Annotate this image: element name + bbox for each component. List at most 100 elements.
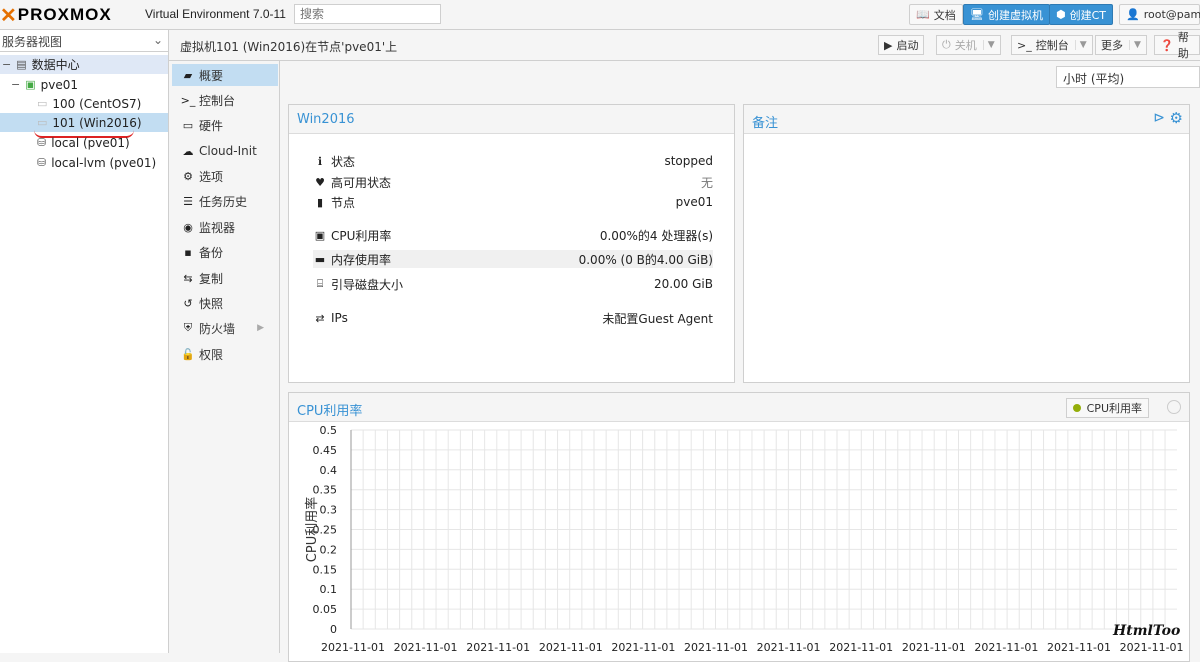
terminal-icon: >_ [1017,38,1032,52]
vm-stopped-icon: ▭ [37,116,48,129]
book-icon: 📖 [916,8,930,21]
nav-item-6[interactable]: ◉ 监视器 [172,216,278,238]
retweet-icon: ⇆ [183,271,193,285]
start-button[interactable]: ▶ 启动 [878,35,925,55]
y-tick-label: 0.15 [313,563,338,576]
unlock-icon: 🔓 [181,347,195,361]
node-label: 节点 [331,195,356,210]
chevron-down-icon[interactable]: ▼ [982,40,995,50]
tree-item-storage-lvm[interactable]: ⛁ local-lvm (pve01) [0,153,168,172]
cpu-legend-toggle[interactable]: CPU利用率 [1065,398,1149,418]
legend-dot-icon [1072,404,1081,412]
database-icon: ⛁ [37,156,47,169]
notes-panel-title: 备注 [752,116,779,131]
nav-item-label: 备份 [199,245,224,260]
nav-item-2[interactable]: ▭ 硬件 [172,114,278,136]
nav-item-9[interactable]: ↺ 快照 [172,292,278,314]
nav-item-label: 任务历史 [199,194,248,209]
nav-item-8[interactable]: ⇆ 复制 [172,267,278,289]
desktop-icon: 🖥 [970,8,984,21]
nav-item-0[interactable]: ▰ 概要 [172,64,278,86]
more-button[interactable]: 更多 ▼ [1095,35,1147,55]
watermark: HtmlToo [1113,623,1181,639]
tree-label-node: pve01 [40,77,78,92]
tree-item-vm100[interactable]: ▭ 100 (CentOS7) [0,94,168,113]
nav-item-5[interactable]: ☰ 任务历史 [172,190,278,212]
user-menu-button[interactable]: 👤 root@pam [1119,4,1200,25]
y-tick-label: 0.05 [313,603,338,616]
proxmox-x-icon: ✕ [0,4,17,27]
view-selector[interactable]: 服务器视图 ⌄ [0,30,168,52]
nav-item-label: 控制台 [199,93,236,108]
tree-item-node[interactable]: − ▣ pve01 [0,75,168,94]
cpu-chart-header: CPU利用率 CPU利用率 [289,393,1189,422]
status-value: stopped [664,154,713,168]
cpu-chart-panel: CPU利用率 CPU利用率 0.5 0.45 0.4 0.35 0.3 0.25 0.2 0.… [288,392,1190,662]
cpu-icon: ▣ [314,228,326,242]
nav-item-label: 选项 [199,169,224,184]
building-icon: ▮ [316,195,324,209]
status-row: ℹ 状态 stopped [313,152,713,170]
notes-panel-header: 备注 ⊳ ⚙ [744,105,1189,134]
tree-item-datacenter[interactable]: − ▤ 数据中心 [0,55,168,74]
logo-text: PROXMOX [17,5,112,24]
cpu-row: ▣ CPU利用率 0.00%的4 处理器(s) [313,226,713,244]
nav-item-label: 概要 [199,68,224,83]
timeframe-select[interactable]: 小时 (平均) [1056,66,1200,88]
nav-item-3[interactable]: ☁ Cloud-Init [172,140,278,162]
nav-item-label: 监视器 [199,220,236,235]
user-label: root@pam [1143,8,1200,21]
chevron-right-circle-icon[interactable]: ⊳ [1153,110,1165,126]
version-label: Virtual Environment 7.0-11 [145,7,286,21]
create-vm-button[interactable]: 🖥 创建虚拟机 [963,4,1050,25]
x-tick-label: 2021-11-01 [466,641,530,654]
chevron-down-icon[interactable]: ▼ [1074,40,1087,50]
shield-icon: ⛨ [183,321,193,334]
gear-icon[interactable]: ⚙ [1170,109,1183,127]
y-tick-label: 0.35 [313,484,338,497]
search-input[interactable] [294,4,441,24]
nav-item-label: 防火墙 [199,321,236,336]
history-icon: ↺ [183,296,193,310]
nav-item-7[interactable]: ▪ 备份 [172,241,278,263]
x-tick-label: 2021-11-01 [321,641,385,654]
chevron-down-icon: ⌄ [152,33,163,47]
cpu-value: 0.00%的4 处理器(s) [599,228,713,243]
undo-zoom-icon[interactable] [1167,400,1181,414]
nav-item-4[interactable]: ⚙ 选项 [172,165,278,187]
proxmox-logo[interactable]: ✕ PROXMOX [0,4,112,27]
nav-item-1[interactable]: >_ 控制台 [172,89,278,111]
create-ct-button[interactable]: ⬢ 创建CT [1049,4,1114,25]
terminal-icon: >_ [180,93,196,107]
page-title: 虚拟机101 (Win2016)在节点'pve01'上 [180,40,398,54]
console-label: 控制台 [1035,39,1069,52]
tree-label-vm100: 100 (CentOS7) [52,96,142,111]
help-button[interactable]: ❓ 帮助 [1154,31,1200,60]
ips-label: IPs [331,311,348,325]
disk-value: 20.00 GiB [653,277,713,291]
node-value: pve01 [675,195,713,209]
start-label: 启动 [896,39,919,52]
x-tick-label: 2021-11-01 [757,641,821,654]
memory-row: ▬ 内存使用率 0.00% (0 B的4.00 GiB) [313,250,713,268]
x-tick-label: 2021-11-01 [394,641,458,654]
timeframe-label: 小时 (平均) [1063,72,1125,86]
docs-button[interactable]: 📖 文档 [909,4,963,25]
chevron-down-icon[interactable]: ▼ [1129,40,1141,50]
tree-item-storage-local[interactable]: ⛁ local (pve01) [0,133,168,152]
heartbeat-icon: ♥ [315,175,325,189]
x-tick-label: 2021-11-01 [1120,641,1184,654]
tree-label-vm101: 101 (Win2016) [52,115,142,130]
y-tick-label: 0.45 [313,444,338,457]
tree-label-storage-lvm: local-lvm (pve01) [51,155,157,170]
ips-row: ⇄ IPs 未配置Guest Agent [313,309,713,327]
x-tick-label: 2021-11-01 [684,641,748,654]
nav-item-10[interactable]: ⛨ 防火墙 ▶ [172,317,278,339]
nav-item-label: Cloud-Init [199,144,257,158]
console-button[interactable]: >_ 控制台 ▼ [1011,35,1093,55]
shutdown-button[interactable]: ⏻ 关机 ▼ [936,35,1001,55]
x-tick-label: 2021-11-01 [829,641,893,654]
expand-icon: − [11,78,21,91]
nav-item-11[interactable]: 🔓 权限 [172,343,278,365]
status-panel-title: Win2016 [297,112,355,127]
